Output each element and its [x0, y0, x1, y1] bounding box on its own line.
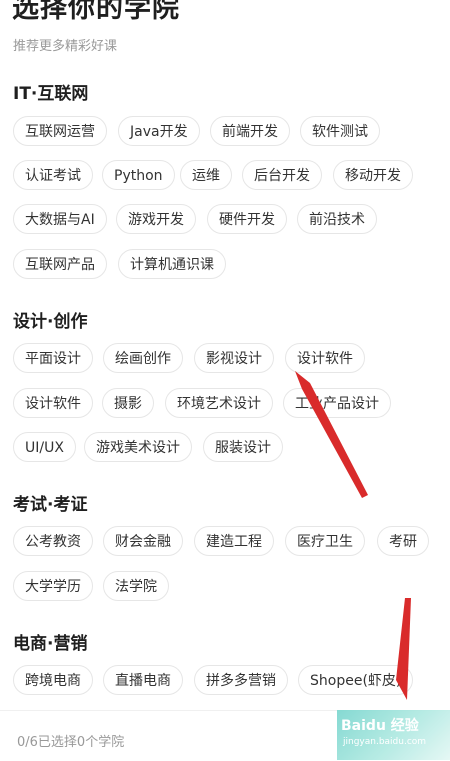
- tag-item[interactable]: 后台开发: [242, 160, 322, 190]
- baidu-watermark: Baidu 经验 jingyan.baidu.com: [337, 710, 450, 760]
- tag-item[interactable]: UI/UX: [13, 432, 76, 462]
- tag-item[interactable]: 前端开发: [210, 116, 290, 146]
- watermark-url: jingyan.baidu.com: [343, 737, 427, 747]
- tag-item[interactable]: 直播电商: [103, 665, 183, 695]
- tag-item[interactable]: 认证考试: [13, 160, 93, 190]
- tag-item[interactable]: 游戏美术设计: [84, 432, 192, 462]
- tag-item[interactable]: 财会金融: [103, 526, 183, 556]
- section-title-exam: 考试·考证: [13, 495, 88, 515]
- tag-item[interactable]: 服装设计: [203, 432, 283, 462]
- tag-item[interactable]: 计算机通识课: [118, 249, 226, 279]
- section-title-design: 设计·创作: [13, 312, 88, 332]
- page-subtitle: 推荐更多精彩好课: [13, 39, 118, 54]
- tag-item[interactable]: 建造工程: [194, 526, 274, 556]
- page-title: 选择你的学院: [12, 0, 180, 24]
- tag-item[interactable]: 考研: [377, 526, 429, 556]
- tag-item[interactable]: 大学学历: [13, 571, 93, 601]
- tag-item[interactable]: 法学院: [103, 571, 169, 601]
- tag-item[interactable]: 医疗卫生: [285, 526, 365, 556]
- tag-item[interactable]: Shopee(虾皮): [298, 665, 414, 695]
- tag-item[interactable]: 绘画创作: [103, 343, 183, 373]
- section-title-ecommerce: 电商·营销: [13, 634, 88, 654]
- tag-item[interactable]: Python: [102, 160, 175, 190]
- section-title-it: IT·互联网: [13, 84, 89, 104]
- tag-item[interactable]: 移动开发: [333, 160, 413, 190]
- tag-item[interactable]: 跨境电商: [13, 665, 93, 695]
- tag-item[interactable]: 平面设计: [13, 343, 93, 373]
- tag-item[interactable]: 运维: [180, 160, 232, 190]
- tag-item[interactable]: 设计软件: [285, 343, 365, 373]
- tag-item[interactable]: 环境艺术设计: [165, 388, 273, 418]
- tag-item[interactable]: 大数据与AI: [13, 204, 107, 234]
- tag-item[interactable]: 设计软件: [13, 388, 93, 418]
- tag-item[interactable]: 影视设计: [194, 343, 274, 373]
- tag-item[interactable]: 硬件开发: [207, 204, 287, 234]
- tag-item[interactable]: 摄影: [102, 388, 154, 418]
- tag-item[interactable]: 拼多多营销: [194, 665, 288, 695]
- tag-item[interactable]: 公考教资: [13, 526, 93, 556]
- tag-item[interactable]: 互联网运营: [13, 116, 107, 146]
- tag-item[interactable]: Java开发: [118, 116, 200, 146]
- tag-item[interactable]: 工业产品设计: [283, 388, 391, 418]
- tag-item[interactable]: 游戏开发: [116, 204, 196, 234]
- selection-count: 0/6已选择0个学院: [17, 735, 125, 750]
- tag-item[interactable]: 互联网产品: [13, 249, 107, 279]
- watermark-brand: Baidu 经验: [341, 718, 419, 734]
- tag-item[interactable]: 前沿技术: [297, 204, 377, 234]
- tag-item[interactable]: 软件测试: [300, 116, 380, 146]
